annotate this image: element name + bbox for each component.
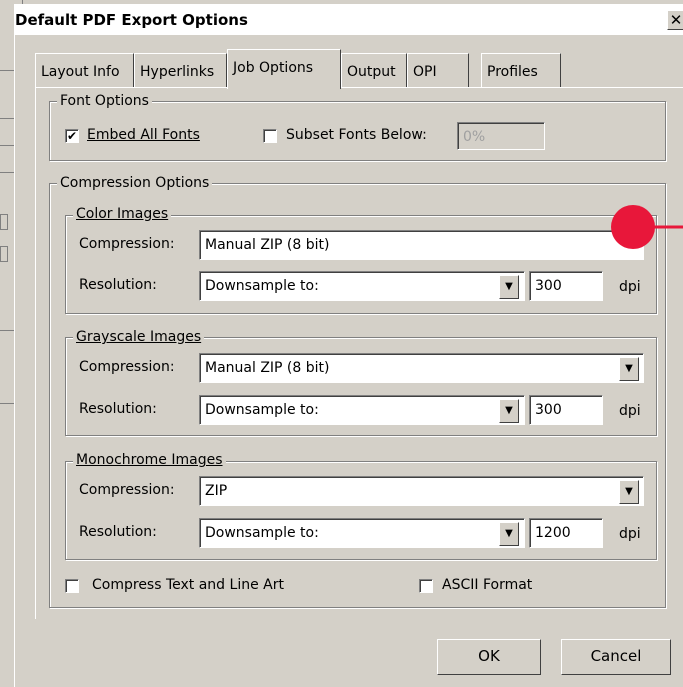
- color-images-legend: Color Images: [73, 206, 172, 222]
- chevron-down-icon: ▼: [625, 363, 633, 374]
- monochrome-resolution-label: Resolution:: [79, 524, 157, 540]
- subset-fonts-label[interactable]: Subset Fonts Below:: [286, 127, 427, 143]
- color-resolution-dropdown-arrow[interactable]: ▼: [499, 275, 519, 299]
- background-divider: [0, 118, 14, 119]
- monochrome-resolution-dropdown[interactable]: Downsample to:: [199, 518, 525, 548]
- tab-layout-info[interactable]: Layout Info: [35, 53, 134, 87]
- pdf-export-dialog: Default PDF Export Options ✕ Layout Info…: [14, 4, 683, 687]
- annotation-pointer-icon: [611, 205, 683, 249]
- background-divider: [0, 172, 14, 173]
- grayscale-resolution-dropdown-arrow[interactable]: ▼: [499, 399, 519, 423]
- close-icon: ✕: [669, 11, 683, 29]
- close-button[interactable]: ✕: [667, 10, 683, 30]
- dialog-title: Default PDF Export Options: [15, 11, 248, 29]
- subset-fonts-percent-field: 0%: [457, 122, 545, 150]
- chevron-down-icon: ▼: [625, 486, 633, 497]
- tab-profiles[interactable]: Profiles: [481, 53, 561, 87]
- compress-text-checkbox[interactable]: [65, 579, 79, 593]
- color-dpi-unit: dpi: [619, 279, 641, 295]
- subset-fonts-checkbox[interactable]: [263, 129, 277, 143]
- monochrome-dpi-field[interactable]: 1200: [529, 518, 603, 548]
- background-control: [0, 246, 8, 262]
- embed-all-fonts-label[interactable]: Embed All Fonts: [87, 127, 200, 143]
- monochrome-dpi-unit: dpi: [619, 526, 641, 542]
- tab-opi[interactable]: OPI: [407, 53, 469, 87]
- monochrome-compression-label: Compression:: [79, 482, 175, 498]
- color-resolution-label: Resolution:: [79, 277, 157, 293]
- monochrome-resolution-dropdown-arrow[interactable]: ▼: [499, 522, 519, 546]
- chevron-down-icon: ▼: [505, 281, 513, 292]
- background-divider: [0, 70, 14, 71]
- chevron-down-icon: ▼: [505, 528, 513, 539]
- ascii-format-label[interactable]: ASCII Format: [442, 577, 532, 593]
- embed-all-fonts-checkbox[interactable]: ✔: [65, 129, 79, 143]
- background-divider: [0, 145, 14, 146]
- color-dpi-field[interactable]: 300: [529, 271, 603, 301]
- grayscale-dpi-field[interactable]: 300: [529, 395, 603, 425]
- title-bar: Default PDF Export Options ✕: [15, 5, 683, 35]
- tab-job-options[interactable]: Job Options: [227, 49, 341, 89]
- ok-button[interactable]: OK: [437, 639, 541, 675]
- tab-hyperlinks[interactable]: Hyperlinks: [134, 53, 227, 87]
- tab-output[interactable]: Output: [341, 53, 407, 87]
- grayscale-compression-dropdown-arrow[interactable]: ▼: [619, 357, 639, 381]
- grayscale-compression-dropdown[interactable]: Manual ZIP (8 bit): [199, 353, 644, 383]
- cancel-button[interactable]: Cancel: [561, 639, 671, 675]
- ascii-format-checkbox[interactable]: [419, 579, 433, 593]
- chevron-down-icon: ▼: [505, 405, 513, 416]
- color-resolution-dropdown[interactable]: Downsample to:: [199, 271, 525, 301]
- color-compression-dropdown[interactable]: Manual ZIP (8 bit): [199, 230, 644, 260]
- background-control: [0, 214, 8, 230]
- grayscale-compression-label: Compression:: [79, 359, 175, 375]
- monochrome-compression-dropdown-arrow[interactable]: ▼: [619, 480, 639, 504]
- grayscale-dpi-unit: dpi: [619, 403, 641, 419]
- grayscale-resolution-dropdown[interactable]: Downsample to:: [199, 395, 525, 425]
- monochrome-images-legend: Monochrome Images: [73, 452, 226, 468]
- compress-text-label[interactable]: Compress Text and Line Art: [92, 577, 284, 593]
- background-divider: [0, 330, 14, 331]
- compression-options-legend: Compression Options: [57, 175, 213, 191]
- monochrome-compression-dropdown[interactable]: ZIP: [199, 476, 644, 506]
- color-compression-label: Compression:: [79, 236, 175, 252]
- font-options-legend: Font Options: [57, 93, 152, 109]
- grayscale-resolution-label: Resolution:: [79, 401, 157, 417]
- grayscale-images-legend: Grayscale Images: [73, 329, 205, 345]
- checkmark-icon: ✔: [66, 129, 78, 143]
- background-divider: [0, 403, 14, 404]
